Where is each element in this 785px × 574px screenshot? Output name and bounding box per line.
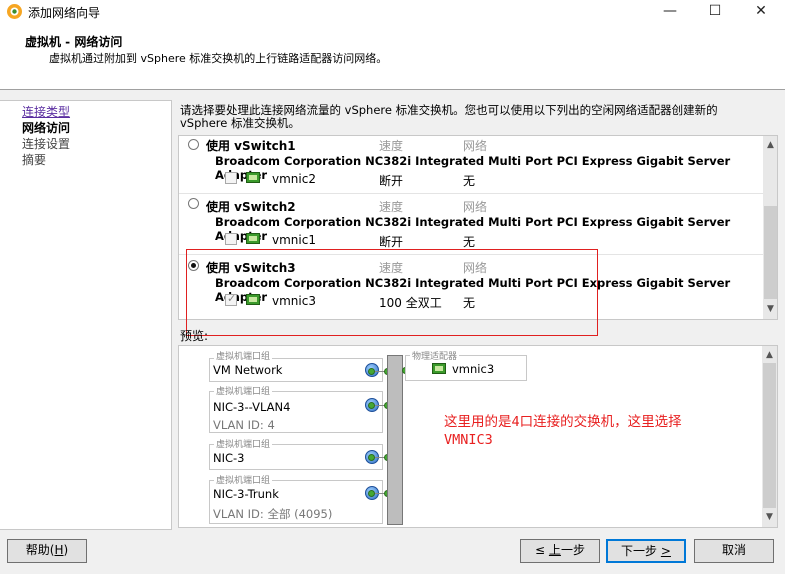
close-button[interactable]: ✕ [738, 0, 784, 23]
next-label: 下一步 [621, 544, 661, 558]
annotation-line1: 这里用的是4口连接的交换机，这里选择 [444, 414, 682, 430]
port-group-name: NIC-3--VLAN4 [213, 400, 291, 414]
vmnic3-checkbox[interactable] [225, 292, 237, 306]
vswitch3-radio[interactable] [188, 260, 199, 271]
next-button[interactable]: 下一步 > [606, 539, 686, 563]
title-bar: 添加网络向导 — ☐ ✕ [0, 0, 785, 23]
port-group-vlan: VLAN ID: 4 [213, 418, 275, 432]
step-connection-type[interactable]: 连接类型 [22, 103, 70, 120]
maximize-button[interactable]: ☐ [692, 0, 738, 23]
step-summary: 摘要 [22, 153, 47, 167]
wizard-steps: 连接类型 网络访问 连接设置 摘要 [0, 100, 172, 530]
scroll-thumb[interactable] [764, 206, 777, 299]
scroll-up-arrow-icon[interactable]: ▲ [762, 350, 777, 360]
step-network-access: 网络访问 [22, 121, 71, 135]
help-label: 帮助( [25, 543, 55, 557]
scroll-down-arrow-icon[interactable]: ▼ [762, 512, 777, 522]
port-group-name: NIC-3-Trunk [213, 487, 279, 501]
vswitch2-label: 使用 vSwitch2 [206, 200, 296, 214]
nic-network: 无 [463, 174, 476, 188]
back-hotkey: 上 [548, 543, 561, 557]
port-group-name: VM Network [213, 363, 283, 377]
row-divider [179, 193, 763, 194]
nic-speed: 断开 [379, 174, 404, 188]
vswitch3-label: 使用 vSwitch3 [206, 261, 296, 275]
adapter-legend: 物理适配器 [410, 349, 460, 362]
page-title: 虚拟机 - 网络访问 [25, 35, 123, 49]
preview-label: 预览: [180, 329, 209, 343]
annotation-line2: VMNIC3 [444, 432, 493, 448]
switch-list: 使用 vSwitch1 速度 网络 Broadcom Corporation N… [178, 135, 778, 320]
nic-name: vmnic2 [272, 172, 316, 186]
network-header: 网络 [463, 200, 488, 214]
network-header: 网络 [463, 261, 488, 275]
row-divider [179, 254, 763, 255]
vsphere-app-icon [7, 4, 22, 19]
connector-dot [368, 402, 375, 409]
nic-icon [246, 172, 260, 183]
port-group-legend: 虚拟机端口组 [214, 473, 273, 486]
nic-network: 无 [463, 296, 476, 310]
connector-dot [368, 490, 375, 497]
window-title: 添加网络向导 [28, 6, 101, 20]
nic-icon [246, 294, 260, 305]
switch-list-scrollbar[interactable]: ▲ ▼ [763, 136, 777, 319]
vswitch1-radio[interactable] [188, 139, 199, 150]
connector-dot [368, 368, 375, 375]
vmnic1-checkbox[interactable] [225, 233, 237, 245]
step-connection-settings: 连接设置 [22, 137, 71, 151]
vmnic2-checkbox[interactable] [225, 172, 237, 184]
connector-dot [368, 454, 375, 461]
port-group-name: NIC-3 [213, 451, 245, 465]
scroll-down-arrow-icon[interactable]: ▼ [763, 304, 777, 314]
cancel-button[interactable]: 取消 [694, 539, 774, 563]
port-group-legend: 虚拟机端口组 [214, 384, 273, 397]
vswitch1-label: 使用 vSwitch1 [206, 139, 296, 153]
help-hotkey: H [54, 543, 64, 557]
next-hotkey: > [660, 544, 671, 558]
annotation-text: 这里用的是4口连接的交换机，这里选择 VMNIC3 [444, 413, 682, 449]
speed-header: 速度 [379, 200, 404, 214]
back-label: 一步 [560, 543, 585, 557]
nic-icon [246, 233, 260, 244]
instruction-text: 请选择要处理此连接网络流量的 vSphere 标准交换机。您也可以使用以下列出的… [180, 103, 718, 130]
wizard-header: 虚拟机 - 网络访问 虚拟机通过附加到 vSphere 标准交换机的上行链路适配… [0, 23, 785, 90]
scroll-thumb[interactable] [763, 363, 776, 508]
page-subtitle: 虚拟机通过附加到 vSphere 标准交换机的上行链路适配器访问网络。 [49, 52, 388, 65]
speed-header: 速度 [379, 139, 404, 153]
network-header: 网络 [463, 139, 488, 153]
vswitch-bus [387, 355, 403, 525]
port-group-box: NIC-3-Trunk VLAN ID: 全部 (4095) [209, 480, 383, 524]
port-group-legend: 虚拟机端口组 [214, 349, 273, 362]
speed-header: 速度 [379, 261, 404, 275]
nic-name: vmnic3 [272, 294, 316, 308]
nic-name: vmnic1 [272, 233, 316, 247]
help-label-end: ) [63, 543, 69, 557]
port-group-vlan: VLAN ID: 全部 (4095) [213, 507, 333, 521]
nic-speed: 断开 [379, 235, 404, 249]
nic-network: 无 [463, 235, 476, 249]
help-button[interactable]: 帮助(H) [7, 539, 87, 563]
vswitch2-radio[interactable] [188, 198, 199, 209]
scroll-up-arrow-icon[interactable]: ▲ [763, 140, 777, 150]
preview-scrollbar[interactable]: ▲ ▼ [762, 346, 777, 527]
nic-icon [432, 363, 446, 374]
back-button[interactable]: ≤ 上一步 [520, 539, 600, 563]
minimize-button[interactable]: — [647, 0, 693, 23]
nic-speed: 100 全双工 [379, 296, 442, 310]
port-group-legend: 虚拟机端口组 [214, 437, 273, 450]
port-group-box: NIC-3--VLAN4 VLAN ID: 4 [209, 391, 383, 433]
adapter-nic: vmnic3 [452, 362, 495, 376]
